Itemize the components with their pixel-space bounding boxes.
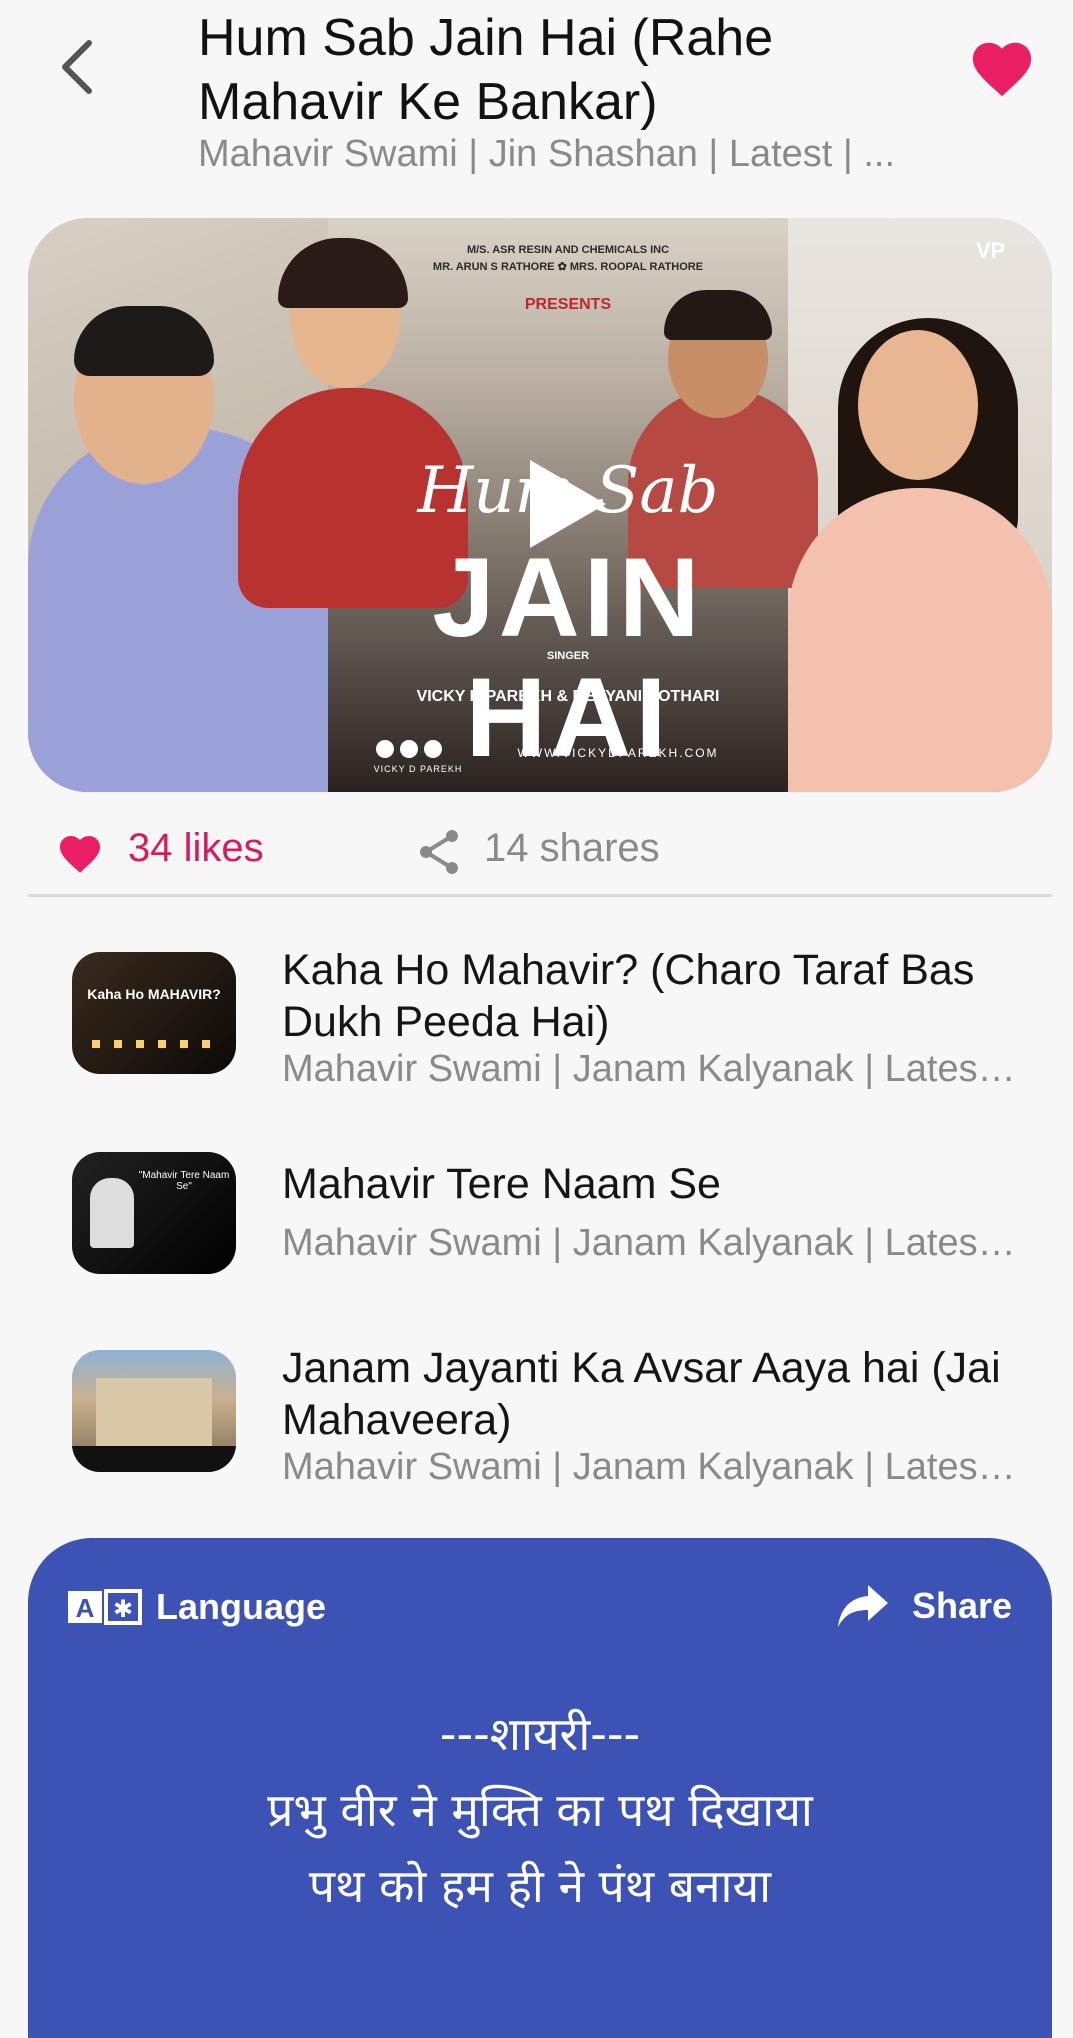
list-item[interactable]: Kaha Ho MAHAVIR? Kaha Ho Mahavir? (Charo… [0, 946, 1073, 1112]
share-count-button[interactable] [416, 828, 464, 876]
like-button[interactable] [56, 830, 104, 874]
video-website: WWW.VICKYDPAREKH.COM [517, 746, 719, 760]
heart-icon [972, 42, 1032, 97]
favorite-button[interactable] [966, 34, 1038, 100]
poem-line: पथ को हम ही ने पंथ बनाया [308, 1859, 772, 1913]
translate-icon: A ✱ [68, 1589, 142, 1625]
heart-icon [60, 836, 100, 873]
stats-bar: 34 likes 14 shares [28, 816, 1052, 896]
video-sponsor-names: MR. ARUN S RATHORE ✿ MRS. ROOPAL RATHORE [432, 261, 704, 273]
thumbnail-text: "Mahavir Tere Naam Se" [138, 1170, 230, 1192]
video-player[interactable]: M/S. ASR RESIN AND CHEMICALS INC MR. ARU… [28, 218, 1052, 792]
svg-text:A: A [76, 1593, 95, 1623]
language-button[interactable]: A ✱ Language [68, 1582, 326, 1632]
svg-text:✱: ✱ [113, 1595, 133, 1623]
video-logo: VP [976, 238, 1006, 263]
likes-count: 34 likes [128, 826, 264, 870]
list-item-subtitle: Mahavir Swami | Janam Kalyanak | Latest … [282, 1048, 1022, 1090]
thumbnail-text: Kaha Ho MAHAVIR? [87, 986, 221, 1002]
list-item-title: Mahavir Tere Naam Se [282, 1160, 721, 1208]
lyrics-card: A ✱ Language Share ---शायरी--- प्रभु वीर… [28, 1538, 1052, 2038]
list-item-thumbnail [72, 1350, 236, 1472]
video-social-icons [376, 740, 442, 758]
header: Hum Sab Jain Hai (Rahe Mahavir Ke Bankar… [0, 0, 1073, 190]
share-nodes-icon [420, 830, 458, 874]
thumbnail-band [72, 1446, 236, 1472]
video-singers: VICKY D PAREKH & DEVYANI KOTHARI [416, 688, 720, 705]
language-label: Language [156, 1586, 327, 1627]
video-figure [858, 330, 978, 480]
play-icon [530, 460, 606, 548]
back-button[interactable] [52, 34, 102, 100]
thumbnail-figure [90, 1178, 134, 1248]
poem-line: प्रभु वीर ने मुक्ति का पथ दिखाया [267, 1783, 813, 1837]
shares-count: 14 shares [484, 826, 660, 870]
page-title: Hum Sab Jain Hai (Rahe Mahavir Ke Bankar… [198, 9, 774, 131]
video-figure [788, 488, 1052, 792]
list-item[interactable]: "Mahavir Tere Naam Se" Mahavir Tere Naam… [0, 1152, 1073, 1282]
video-presents: PRESENTS [524, 296, 612, 313]
video-sponsor: M/S. ASR RESIN AND CHEMICALS INC [466, 244, 670, 256]
facebook-icon [400, 740, 418, 758]
lyrics-text: ---शायरी--- प्रभु वीर ने मुक्ति का पथ दि… [28, 1696, 1052, 1924]
instagram-icon [376, 740, 394, 758]
share-arrow-icon [837, 1585, 888, 1627]
list-item-thumbnail: "Mahavir Tere Naam Se" [72, 1152, 236, 1274]
play-button[interactable] [508, 454, 618, 554]
list-item-subtitle: Mahavir Swami | Janam Kalyanak | Latest … [282, 1446, 1022, 1488]
video-handle: VICKY D PAREKH [373, 764, 463, 774]
divider [28, 894, 1052, 897]
list-item-thumbnail: Kaha Ho MAHAVIR? [72, 952, 236, 1074]
share-button[interactable]: Share [836, 1578, 1012, 1634]
page-subtitle: Mahavir Swami | Jin Shashan | Latest | .… [198, 133, 896, 175]
thumbnail-candles [92, 1040, 212, 1048]
youtube-icon [424, 740, 442, 758]
video-singer-label: SINGER [546, 650, 590, 662]
list-item[interactable]: Janam Jayanti Ka Avsar Aaya hai (Jai Mah… [0, 1344, 1073, 1510]
list-item-subtitle: Mahavir Swami | Janam Kalyanak | Latest … [282, 1222, 1022, 1264]
list-item-title: Janam Jayanti Ka Avsar Aaya hai (Jai Mah… [282, 1344, 1001, 1444]
poem-heading: ---शायरी--- [439, 1707, 641, 1761]
thumbnail-temple [96, 1378, 212, 1446]
video-figure [74, 306, 214, 376]
chevron-left-icon [62, 40, 92, 94]
share-label: Share [911, 1585, 1012, 1626]
list-item-title: Kaha Ho Mahavir? (Charo Taraf Bas Dukh P… [282, 946, 975, 1046]
